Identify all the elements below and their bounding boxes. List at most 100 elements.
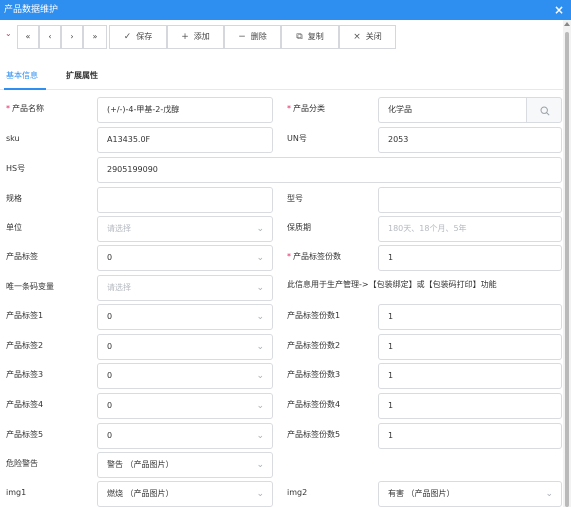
- add-label: 添加: [193, 32, 210, 41]
- label-5-select[interactable]: 0 ⌄: [97, 423, 273, 449]
- product-label-select[interactable]: 0 ⌄: [97, 245, 273, 271]
- check-icon: ✓: [123, 32, 132, 42]
- sku-label: sku: [6, 134, 20, 143]
- add-button[interactable]: + 添加: [167, 25, 224, 49]
- hazard-warning-value: 警告 （产品图片）: [107, 460, 174, 469]
- product-label-value: 0: [107, 253, 113, 262]
- img1-value: 燃烧 （产品图片）: [107, 489, 174, 498]
- product-name-input[interactable]: (+/-)-4-甲基-2-戊醇: [97, 97, 273, 123]
- copies-2-label: 产品标签份数2: [287, 341, 341, 350]
- spec-label: 规格: [6, 194, 22, 203]
- unit-select[interactable]: 请选择 ⌄: [97, 216, 273, 242]
- barcode-variable-placeholder: 请选择: [107, 283, 131, 292]
- chevron-down-icon: ⌄: [256, 342, 264, 352]
- barcode-variable-select[interactable]: 请选择 ⌄: [97, 275, 273, 301]
- label-5-label: 产品标签5: [6, 430, 44, 439]
- first-record-button[interactable]: «: [17, 25, 39, 49]
- label-2-label: 产品标签2: [6, 341, 44, 350]
- copies-1-input[interactable]: 1: [378, 304, 562, 330]
- save-button[interactable]: ✓ 保存: [109, 25, 167, 49]
- sku-input[interactable]: A13435.0F: [97, 127, 273, 153]
- model-label: 型号: [287, 194, 303, 203]
- label-2-value: 0: [107, 342, 113, 351]
- img1-select[interactable]: 燃烧 （产品图片） ⌄: [97, 481, 273, 507]
- barcode-note: 此信息用于生产管理->【包装绑定】或【包装码打印】功能: [287, 280, 497, 289]
- hs-no-input[interactable]: 2905199090: [97, 157, 562, 183]
- next-icon: ›: [70, 32, 74, 41]
- label-1-value: 0: [107, 312, 113, 321]
- search-icon: [540, 106, 550, 116]
- hazard-warning-label: 危险警告: [6, 459, 38, 468]
- category-search-button[interactable]: [526, 97, 562, 123]
- img2-select[interactable]: 有害 （产品图片） ⌄: [378, 481, 562, 507]
- product-category-label: * 产品分类: [287, 104, 325, 113]
- copies-2-input[interactable]: 1: [378, 334, 562, 360]
- label-3-select[interactable]: 0 ⌄: [97, 363, 273, 389]
- active-tab-indicator: [4, 88, 46, 90]
- unit-label: 单位: [6, 223, 22, 232]
- tab-extended-attributes[interactable]: 扩展属性: [66, 70, 98, 82]
- unit-placeholder: 请选择: [107, 224, 131, 233]
- vertical-scrollbar[interactable]: [563, 20, 571, 507]
- hs-no-label: HS号: [6, 164, 26, 173]
- copies-5-label: 产品标签份数5: [287, 430, 341, 439]
- label-2-select[interactable]: 0 ⌄: [97, 334, 273, 360]
- prev-icon: ‹: [48, 32, 52, 41]
- label-1-label: 产品标签1: [6, 311, 44, 320]
- barcode-variable-label: 唯一条码变量: [6, 282, 54, 291]
- chevron-down-icon: ⌄: [545, 489, 553, 499]
- chevron-down-icon: ⌄: [256, 460, 264, 470]
- save-label: 保存: [136, 32, 153, 41]
- chevron-down-icon: ⌄: [256, 401, 264, 411]
- copy-button[interactable]: ⧉ 复制: [281, 25, 339, 49]
- label-4-select[interactable]: 0 ⌄: [97, 393, 273, 419]
- minus-icon: −: [238, 32, 246, 42]
- collapse-arrow-icon[interactable]: ⌄: [5, 30, 13, 38]
- shelf-life-input[interactable]: 180天、18个月、5年: [378, 216, 562, 242]
- close-label: 关闭: [365, 32, 382, 41]
- chevron-down-icon: ⌄: [256, 431, 264, 441]
- next-record-button[interactable]: ›: [61, 25, 83, 49]
- scrollbar-thumb[interactable]: [565, 32, 569, 507]
- chevron-down-icon: ⌄: [256, 224, 264, 234]
- chevron-down-icon: ⌄: [256, 283, 264, 293]
- copies-5-input[interactable]: 1: [378, 423, 562, 449]
- close-button[interactable]: × 关闭: [339, 25, 396, 49]
- spec-input[interactable]: [97, 187, 273, 213]
- window-close-icon[interactable]: ×: [551, 2, 567, 18]
- label-copies-label: * 产品标签份数: [287, 252, 341, 261]
- last-icon: »: [92, 32, 98, 41]
- un-no-input[interactable]: 2053: [378, 127, 562, 153]
- hazard-warning-select[interactable]: 警告 （产品图片） ⌄: [97, 452, 273, 478]
- window-title: 产品数据维护: [4, 5, 59, 15]
- label-3-value: 0: [107, 371, 113, 380]
- un-no-label: UN号: [287, 134, 307, 143]
- tab-basic-info[interactable]: 基本信息: [6, 70, 38, 82]
- last-record-button[interactable]: »: [83, 25, 107, 49]
- label-copies-input[interactable]: 1: [378, 245, 562, 271]
- scroll-up-icon[interactable]: [564, 22, 570, 26]
- model-input[interactable]: [378, 187, 562, 213]
- label-3-label: 产品标签3: [6, 370, 44, 379]
- prev-record-button[interactable]: ‹: [39, 25, 61, 49]
- shelf-life-label: 保质期: [287, 223, 311, 232]
- delete-label: 删除: [250, 32, 267, 41]
- copies-4-label: 产品标签份数4: [287, 400, 341, 409]
- label-1-select[interactable]: 0 ⌄: [97, 304, 273, 330]
- label-4-label: 产品标签4: [6, 400, 44, 409]
- copy-label: 复制: [307, 32, 324, 41]
- window-title-bar: 产品数据维护 ×: [0, 0, 571, 20]
- plus-icon: +: [181, 32, 189, 42]
- product-name-label: * 产品名称: [6, 104, 44, 113]
- copies-3-input[interactable]: 1: [378, 363, 562, 389]
- label-5-value: 0: [107, 431, 113, 440]
- product-category-input[interactable]: 化学品: [378, 97, 526, 123]
- img2-label: img2: [287, 488, 308, 497]
- product-label-label: 产品标签: [6, 252, 38, 261]
- close-icon: ×: [353, 32, 361, 42]
- copies-4-input[interactable]: 1: [378, 393, 562, 419]
- chevron-down-icon: ⌄: [256, 371, 264, 381]
- delete-button[interactable]: − 删除: [224, 25, 281, 49]
- copies-3-label: 产品标签份数3: [287, 370, 341, 379]
- chevron-down-icon: ⌄: [256, 312, 264, 322]
